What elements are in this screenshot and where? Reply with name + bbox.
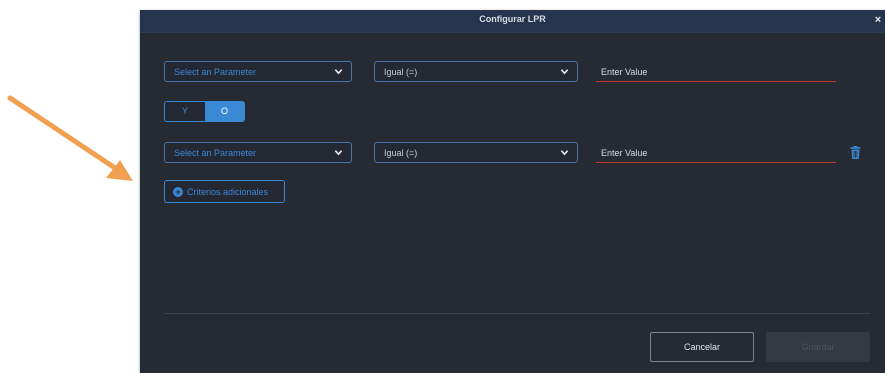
parameter-select-1[interactable]: Select an Parameter <box>164 61 352 82</box>
trash-icon[interactable] <box>850 146 861 159</box>
chevron-down-icon <box>560 150 569 156</box>
parameter-select-label: Select an Parameter <box>174 148 257 158</box>
operator-select-1[interactable]: Igual (=) <box>374 61 578 82</box>
cancel-button[interactable]: Cancelar <box>650 332 754 362</box>
configure-lpr-dialog: Configurar LPR × Select an Parameter Igu… <box>140 10 885 373</box>
annotation-arrow-icon <box>7 95 133 181</box>
value-placeholder: Enter Value <box>601 67 648 77</box>
add-criteria-button[interactable]: + Criterios adicionales <box>164 180 285 203</box>
logic-toggle: Y O <box>164 101 245 122</box>
operator-select-2[interactable]: Igual (=) <box>374 142 578 163</box>
chevron-down-icon <box>334 150 343 156</box>
close-icon[interactable]: × <box>871 13 885 27</box>
footer-divider <box>164 313 870 314</box>
value-field-2[interactable]: Enter Value <box>596 143 836 163</box>
dialog-title: Configurar LPR <box>479 14 546 24</box>
logic-option-y[interactable]: Y <box>165 102 205 121</box>
value-field-1[interactable]: Enter Value <box>596 62 836 82</box>
add-criteria-label: Criterios adicionales <box>187 187 269 197</box>
chevron-down-icon <box>334 69 343 75</box>
dialog-titlebar: Configurar LPR × <box>140 10 885 33</box>
chevron-down-icon <box>560 69 569 75</box>
plus-circle-icon: + <box>173 187 183 197</box>
logic-option-o[interactable]: O <box>205 102 244 121</box>
operator-select-label: Igual (=) <box>384 67 418 77</box>
value-placeholder: Enter Value <box>601 148 648 158</box>
save-button[interactable]: Guardar <box>766 332 870 362</box>
parameter-select-2[interactable]: Select an Parameter <box>164 142 352 163</box>
operator-select-label: Igual (=) <box>384 148 418 158</box>
parameter-select-label: Select an Parameter <box>174 67 257 77</box>
